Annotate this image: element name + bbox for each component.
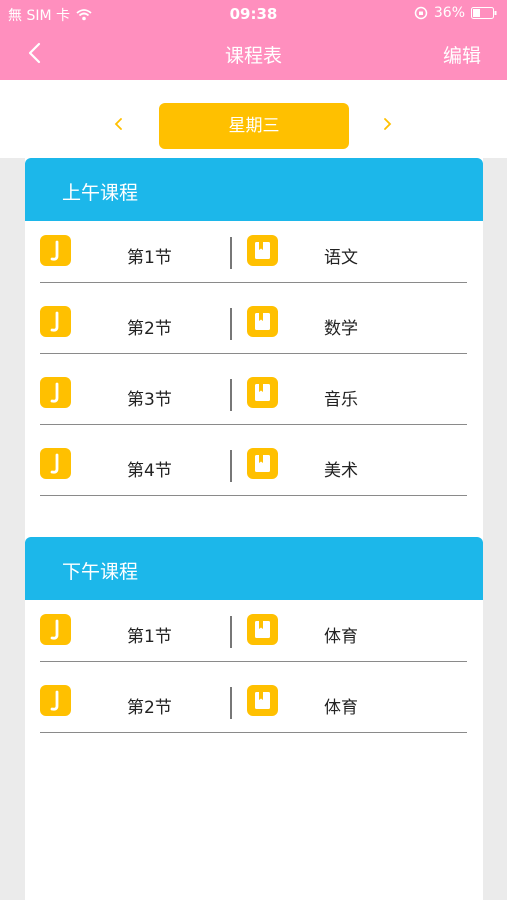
- row-divider: [230, 237, 232, 269]
- chevron-left-icon[interactable]: [112, 116, 126, 130]
- page-title: 课程表: [224, 45, 282, 67]
- music-note-icon: [40, 235, 71, 266]
- afternoon-section-title: 下午课程: [62, 561, 139, 583]
- morning-section-title: 上午课程: [62, 182, 139, 204]
- row-divider: [230, 616, 232, 648]
- battery-icon: [471, 7, 497, 19]
- chevron-right-icon[interactable]: [380, 116, 394, 130]
- book-icon: [247, 685, 278, 716]
- day-pill[interactable]: 星期三: [159, 103, 349, 149]
- book-icon: [247, 614, 278, 645]
- book-icon: [247, 448, 278, 479]
- table-row[interactable]: 第1节 语文: [40, 221, 467, 283]
- table-row[interactable]: 第4节 美术: [40, 434, 467, 496]
- book-icon: [247, 306, 278, 337]
- period-label: 第1节: [127, 627, 172, 647]
- status-right: 36%: [414, 5, 497, 21]
- period-label: 第2节: [127, 698, 172, 718]
- subject-label: 体育: [324, 698, 358, 718]
- period-label: 第3节: [127, 390, 172, 410]
- nav-bar: 课程表 编辑: [0, 28, 507, 80]
- table-row[interactable]: 第1节 体育: [40, 600, 467, 662]
- day-selector: 星期三: [0, 80, 507, 158]
- row-divider: [230, 687, 232, 719]
- music-note-icon: [40, 377, 71, 408]
- period-label: 第4节: [127, 461, 172, 481]
- status-bar: 無 SIM 卡 09:38 36%: [0, 0, 507, 28]
- table-row[interactable]: 第3节 音乐: [40, 363, 467, 425]
- book-icon: [247, 235, 278, 266]
- subject-label: 数学: [324, 319, 358, 339]
- row-divider: [230, 379, 232, 411]
- subject-label: 美术: [324, 461, 358, 481]
- afternoon-section-header: 下午课程: [25, 537, 483, 600]
- music-note-icon: [40, 306, 71, 337]
- table-row[interactable]: 第2节 数学: [40, 292, 467, 354]
- schedule-card: 上午课程 第1节 语文 第2节 数学 第3节 音乐 第4节 美术 下午课程 第1…: [25, 158, 483, 900]
- music-note-icon: [40, 685, 71, 716]
- row-divider: [230, 450, 232, 482]
- music-note-icon: [40, 614, 71, 645]
- table-row[interactable]: 第2节 体育: [40, 671, 467, 733]
- period-label: 第1节: [127, 248, 172, 268]
- music-note-icon: [40, 448, 71, 479]
- subject-label: 体育: [324, 627, 358, 647]
- battery-percent: 36%: [433, 5, 465, 21]
- rotation-lock-icon: [414, 6, 428, 20]
- subject-label: 语文: [324, 248, 358, 268]
- period-label: 第2节: [127, 319, 172, 339]
- row-divider: [230, 308, 232, 340]
- morning-section-header: 上午课程: [25, 158, 483, 221]
- app-header: 無 SIM 卡 09:38 36% 课程表 编辑: [0, 0, 507, 80]
- book-icon: [247, 377, 278, 408]
- edit-button[interactable]: 编辑: [443, 41, 481, 68]
- subject-label: 音乐: [324, 390, 358, 410]
